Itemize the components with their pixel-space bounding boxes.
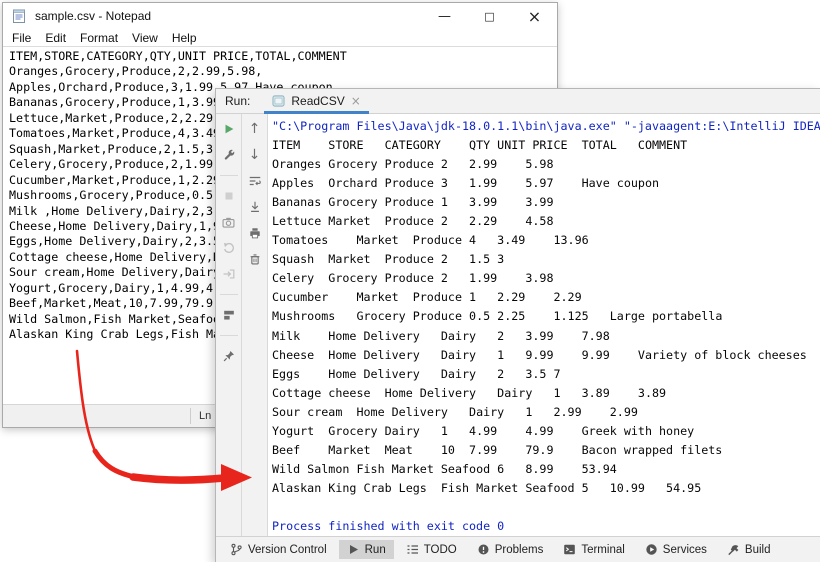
down-arrow-icon[interactable]: ↓ [247,147,263,163]
console-line: Oranges Grocery Produce 2 2.99 5.98 [272,155,820,174]
intellij-run-panel: Run: ReadCSV × [215,88,820,562]
console-line: "C:\Program Files\Java\jdk-18.0.1.1\bin\… [272,117,820,136]
toolwindow-run[interactable]: Run [339,540,394,559]
console-line: Celery Grocery Produce 2 1.99 3.98 [272,269,820,288]
toolwindow-label: Problems [495,544,544,556]
restore-layout-icon[interactable] [221,307,237,323]
notepad-titlebar[interactable]: sample.csv - Notepad — □ × [3,3,557,29]
notepad-app-icon [11,8,27,24]
rerun-icon[interactable] [221,121,237,137]
console-line: ITEM STORE CATEGORY QTY UNIT PRICE TOTAL… [272,136,820,155]
arrow-shaft [133,477,224,480]
toolbar-separator [220,294,238,295]
console-line: Sour cream Home Delivery Dairy 1 2.99 2.… [272,403,820,422]
toolbar-separator [220,175,238,176]
git-branch-icon [230,543,243,556]
csv-line: Oranges,Grocery,Produce,2,2.99,5.98, [9,64,556,79]
toolwindow-services[interactable]: Services [637,540,715,559]
toolwindow-label: Services [663,544,707,556]
close-button[interactable]: × [512,3,557,29]
tool-window-bar: Version Control Run TODO Problems [216,536,820,562]
menu-item[interactable]: File [5,30,38,46]
maximize-button[interactable]: □ [467,3,512,29]
edit-configuration-wrench-icon[interactable] [221,147,237,163]
pin-tab-icon[interactable] [221,348,237,364]
console-line [272,498,820,517]
build-icon [727,543,740,556]
run-toolbar-primary [216,114,242,536]
menu-item[interactable]: Edit [38,30,73,46]
thread-dump-camera-icon[interactable] [221,214,237,230]
console-line: Alaskan King Crab Legs Fish Market Seafo… [272,479,820,498]
restart-icon[interactable] [221,240,237,256]
tab-readcsv[interactable]: ReadCSV × [264,89,368,113]
statusbar-separator [190,408,191,424]
console-line: Bananas Grocery Produce 1 3.99 3.99 [272,193,820,212]
terminal-icon [563,543,576,556]
console-line: Cottage cheese Home Delivery Dairy 1 3.8… [272,384,820,403]
notepad-window-title: sample.csv - Notepad [35,9,151,23]
toolwindow-label: Run [365,544,386,556]
services-icon [645,543,658,556]
run-toolbar-secondary: ↑ ↓ [242,114,268,536]
console-line: Squash Market Produce 2 1.5 3 [272,250,820,269]
console-line: Lettuce Market Produce 2 2.29 4.58 [272,212,820,231]
attach-icon[interactable] [221,266,237,282]
toolwindow-build[interactable]: Build [719,540,779,559]
toolwindow-problems[interactable]: Problems [469,540,552,559]
console-line: Yogurt Grocery Dairy 1 4.99 4.99 Greek w… [272,422,820,441]
console-line: Tomatoes Market Produce 4 3.49 13.96 [272,231,820,250]
toolwindow-version-control[interactable]: Version Control [222,540,335,559]
csv-line: ITEM,STORE,CATEGORY,QTY,UNIT PRICE,TOTAL… [9,49,556,64]
toolwindow-terminal[interactable]: Terminal [555,540,632,559]
console-line: Beef Market Meat 10 7.99 79.9 Bacon wrap… [272,441,820,460]
console-tab-icon [272,94,285,108]
console-line: Wild Salmon Fish Market Seafood 6 8.99 5… [272,460,820,479]
run-panel-label: Run: [216,94,250,108]
clear-all-trash-icon[interactable] [247,251,263,267]
tab-title: ReadCSV [291,94,344,108]
soft-wrap-icon[interactable] [247,173,263,189]
console-line: Eggs Home Delivery Dairy 2 3.5 7 [272,365,820,384]
run-console-output[interactable]: "C:\Program Files\Java\jdk-18.0.1.1\bin\… [268,114,820,536]
notepad-menubar: FileEditFormatViewHelp [3,29,557,47]
print-icon[interactable] [247,225,263,241]
console-line: Process finished with exit code 0 [272,517,820,536]
tab-close-icon[interactable]: × [351,94,361,108]
console-line: Milk Home Delivery Dairy 2 3.99 7.98 [272,327,820,346]
scroll-to-end-icon[interactable] [247,199,263,215]
toolbar-separator [220,335,238,336]
arrow-mid [95,451,135,477]
todo-icon [406,543,419,556]
toolwindow-label: TODO [424,544,457,556]
run-panel-header: Run: ReadCSV × [216,89,820,114]
console-line: Cucumber Market Produce 1 2.29 2.29 [272,288,820,307]
menu-item[interactable]: Format [73,30,125,46]
up-arrow-icon[interactable]: ↑ [247,121,263,137]
run-icon [347,543,360,556]
stop-icon[interactable] [221,188,237,204]
menu-item[interactable]: View [125,30,165,46]
console-line: Cheese Home Delivery Dairy 1 9.99 9.99 V… [272,346,820,365]
toolwindow-todo[interactable]: TODO [398,540,465,559]
toolwindow-label: Version Control [248,544,327,556]
console-line: Mushrooms Grocery Produce 0.5 2.25 1.125… [272,307,820,326]
problems-icon [477,543,490,556]
toolwindow-label: Build [745,544,771,556]
menu-item[interactable]: Help [165,30,204,46]
toolwindow-label: Terminal [581,544,624,556]
console-line: Apples Orchard Produce 3 1.99 5.97 Have … [272,174,820,193]
minimize-button[interactable]: — [422,3,467,29]
